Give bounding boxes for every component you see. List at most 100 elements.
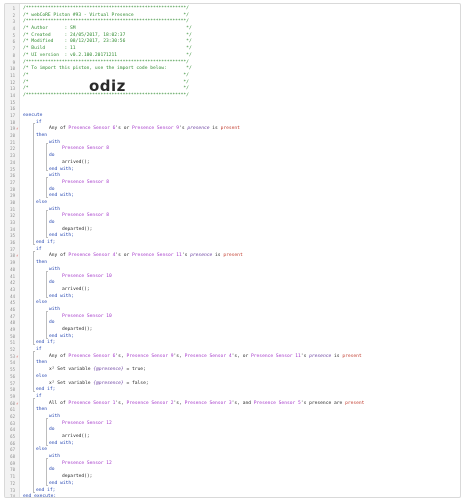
text-token: 's, [173, 400, 185, 406]
code-line: 43 arrived(); [5, 287, 460, 294]
code-text: else [36, 300, 47, 307]
code-editor[interactable]: 1 /**************************************… [4, 3, 461, 498]
device-token[interactable]: Presence Sensor 2 [126, 401, 173, 406]
keyword-token: with [49, 173, 61, 179]
text-token: is [212, 253, 224, 259]
attribute-token: {@presence} [93, 367, 124, 373]
line-number: 20 [10, 133, 15, 139]
device-token[interactable]: Presence Sensor 10 [62, 274, 112, 279]
line-number: 48 [10, 320, 15, 326]
device-token[interactable]: Presence Sensor 8 [62, 213, 109, 218]
device-token[interactable]: Presence Sensor 10 [62, 314, 112, 319]
text-token: 's presence are [300, 400, 346, 406]
code-text: departed(); [62, 474, 92, 481]
keyword-token: with [49, 206, 61, 212]
keyword-token: else [36, 300, 48, 306]
code-line: 47 Presence Sensor 10 [5, 314, 460, 321]
device-token[interactable]: Presence Sensor 8 [62, 180, 109, 185]
text-token: 's [300, 353, 310, 359]
line-number: 71 [10, 474, 15, 480]
line-number: 51 [10, 340, 15, 346]
keyword-token: do [49, 280, 55, 286]
block-connector [46, 143, 47, 171]
text-token: Any of [49, 253, 69, 259]
code-text: if [36, 120, 42, 127]
attribute-token: presence [190, 253, 213, 259]
block-connector-tick [46, 297, 48, 299]
comment-token: /***************************************… [23, 59, 189, 65]
block-connector-tick [46, 210, 48, 212]
code-line: 42 do [5, 280, 460, 287]
text-token: All of [49, 400, 69, 406]
code-line: 11/* */ [5, 73, 460, 80]
code-text: All of Presence Sensor 1 's, Presence Sen… [49, 401, 364, 408]
code-line: 40 with [5, 267, 460, 274]
code-text: /* To import this piston, use the import… [23, 66, 192, 73]
line-number: 68 [10, 454, 15, 460]
keyword-token: end with; [49, 333, 74, 339]
value-token: present [342, 353, 362, 359]
line-number: 63 [10, 420, 15, 426]
keyword-token: then [36, 407, 48, 413]
code-line: 27 Presence Sensor 8 [5, 180, 460, 187]
code-line: 51 end if; [5, 340, 460, 347]
keyword-token: execute [23, 113, 43, 118]
device-token[interactable]: Presence Sensor 1 [68, 401, 115, 406]
value-token: present [223, 253, 243, 259]
code-text: x² Set variable {@presence} = false; [49, 381, 149, 388]
comment-token: /* Created : 24/05/2017, 18:02:37 */ [23, 32, 192, 38]
line-number: 9 [12, 59, 15, 65]
line-number: 8 [12, 52, 15, 58]
code-line: 62 with [5, 414, 460, 421]
code-text: end with; [49, 193, 74, 200]
device-token[interactable]: Presence Sensor 8 [62, 146, 109, 151]
attribute-token: {@presence} [93, 380, 124, 386]
device-token[interactable]: Presence Sensor 6 [68, 126, 115, 131]
line-number: 73 [10, 487, 15, 493]
text-token: x² Set variable [49, 367, 94, 373]
keyword-token: with [49, 454, 61, 460]
keyword-token: with [49, 306, 61, 312]
code-text: else [36, 447, 47, 454]
comment-token: /* Author : SM */ [23, 26, 192, 32]
code-text: arrived(); [62, 160, 90, 167]
device-token[interactable]: Presence Sensor 3 [185, 401, 232, 406]
code-text: else [36, 200, 47, 207]
device-token[interactable]: Presence Sensor 12 [62, 461, 112, 466]
block-connector-tick [33, 243, 35, 245]
code-text: do [49, 427, 55, 434]
device-token[interactable]: Presence Sensor 9 [126, 354, 173, 359]
code-text: do [49, 280, 55, 287]
text-token: departed(); [62, 226, 93, 232]
keyword-token: with [49, 413, 61, 419]
keyword-token: do [49, 467, 55, 473]
line-number: 34 [10, 226, 15, 232]
text-token: 's or [115, 253, 133, 259]
device-token[interactable]: Presence Sensor 4 [185, 354, 232, 359]
device-token[interactable]: Presence Sensor 11 [251, 354, 301, 359]
keyword-token: then [36, 133, 48, 139]
keyword-token: do [49, 220, 55, 225]
comment-token: /* webCoRE Piston #93 - Virtual Presence… [23, 12, 189, 18]
device-token[interactable]: Presence Sensor 12 [62, 421, 112, 426]
block-connector [46, 418, 47, 445]
block-connector [33, 351, 34, 392]
line-number: 43 [10, 286, 15, 292]
keyword-token: end with; [49, 233, 74, 239]
device-token[interactable]: Presence Sensor 5 [254, 401, 301, 406]
device-token[interactable]: Presence Sensor 4 [68, 253, 115, 258]
keyword-token: if [36, 119, 42, 125]
device-token[interactable]: Presence Sensor 6 [68, 354, 115, 359]
device-token[interactable]: Presence Sensor 11 [132, 253, 182, 258]
code-text: Presence Sensor 10 [62, 274, 112, 281]
block-connector-tick [46, 337, 48, 339]
code-text: end with; [49, 481, 74, 488]
code-line: 23 do [5, 153, 460, 160]
text-token: 's or [115, 126, 133, 132]
code-line: 30 else [5, 200, 460, 207]
device-token[interactable]: Presence Sensor 9 [132, 126, 179, 131]
line-number: 57 [10, 380, 15, 386]
trigger-bolt-icon: ⚡ [16, 126, 19, 132]
line-number: 26 [10, 173, 15, 179]
code-text: end if; [36, 240, 55, 247]
